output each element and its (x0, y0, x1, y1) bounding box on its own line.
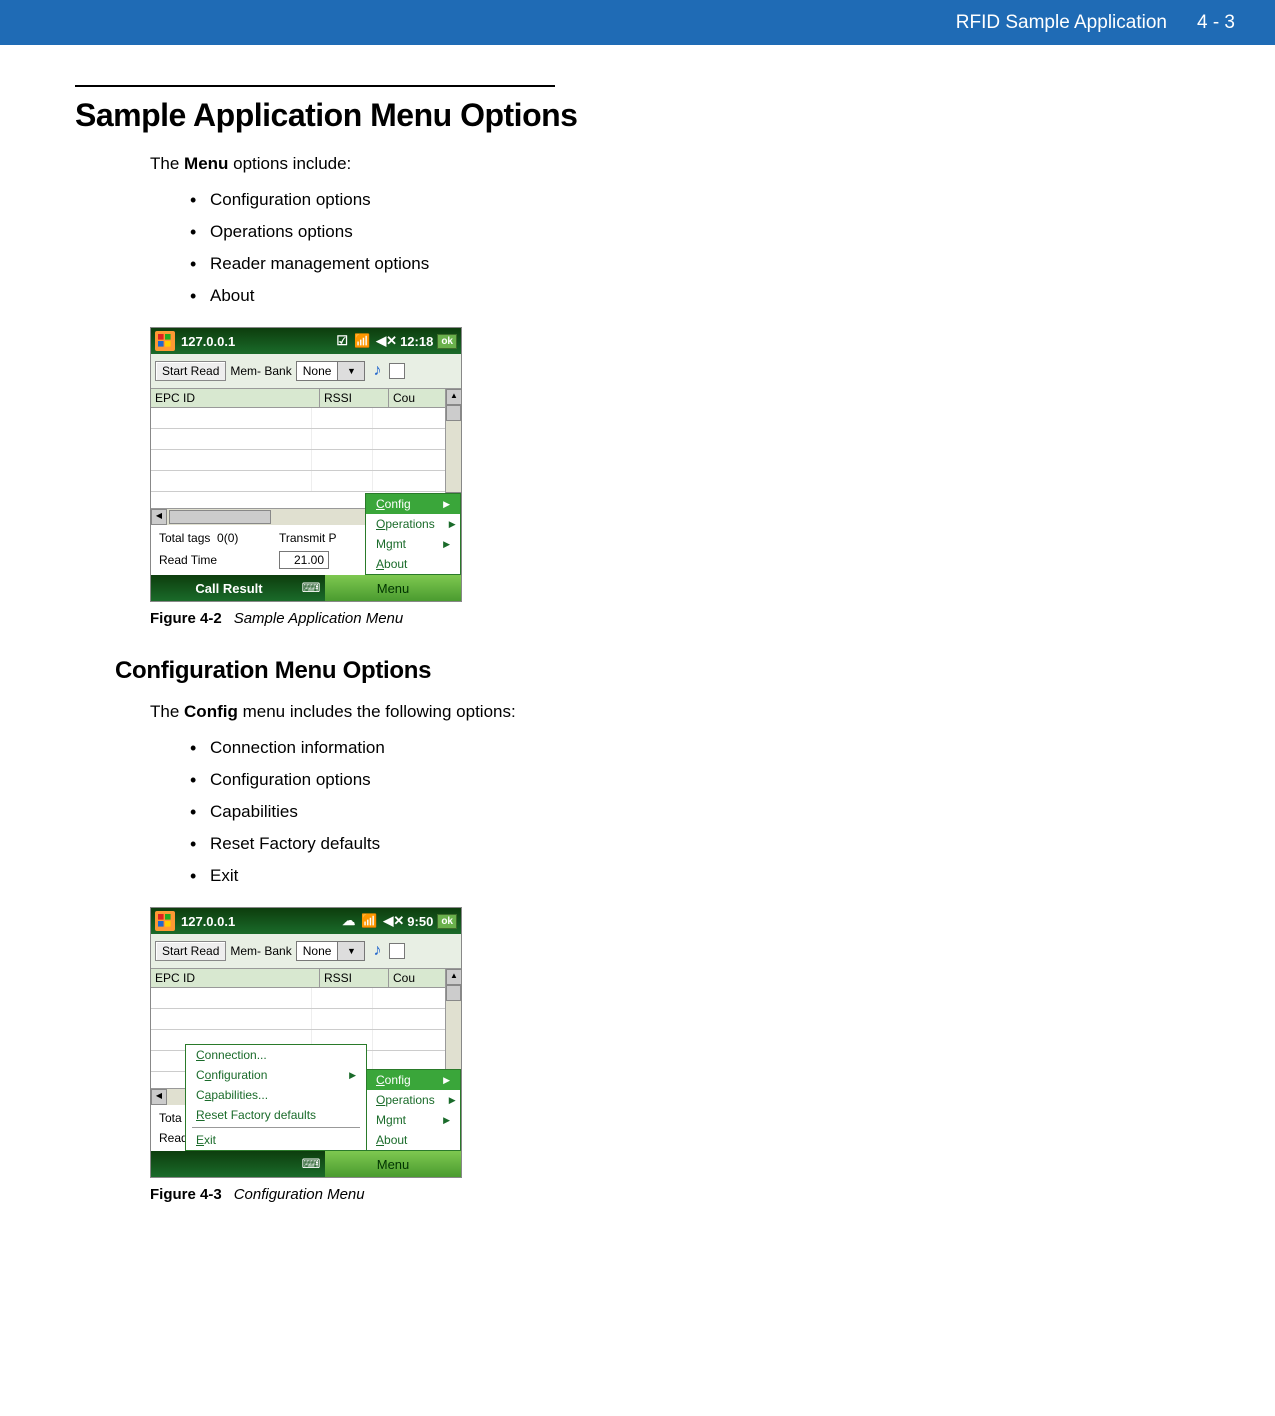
chevron-right-icon: ▶ (443, 1075, 450, 1086)
clock: 9:50 (407, 914, 433, 929)
device-screenshot-2: 127.0.0.1 ☁ 📶 ◀✕ 9:50 ok Start Read Mem-… (150, 907, 462, 1178)
list-item: Configuration options (190, 184, 1235, 216)
vertical-scrollbar[interactable]: ▲▼ (445, 389, 461, 508)
menu-popup: Config▶ Operations▶ Mgmt▶ About (365, 1069, 461, 1151)
chevron-right-icon: ▶ (349, 1070, 356, 1081)
chevron-right-icon: ▶ (443, 499, 450, 510)
list-item: Reset Factory defaults (190, 828, 1235, 860)
membank-combo[interactable]: None▼ (296, 941, 366, 961)
list-item: Operations options (190, 216, 1235, 248)
submenu-configuration[interactable]: Configuration▶ (186, 1065, 366, 1085)
chevron-right-icon: ▶ (449, 519, 456, 530)
menu-item-config[interactable]: Config▶ (366, 1070, 460, 1090)
device-screenshot-1: 127.0.0.1 ☑ 📶 ◀✕ 12:18 ok Start Read Mem… (150, 327, 462, 602)
title-ip: 127.0.0.1 (181, 914, 235, 929)
title-ip: 127.0.0.1 (181, 334, 235, 349)
keyboard-icon[interactable]: ⌨ (297, 580, 325, 596)
music-note-icon[interactable]: ♪ (373, 362, 381, 380)
start-read-button[interactable]: Start Read (155, 941, 226, 961)
menu-bullets: Configuration options Operations options… (190, 184, 1235, 312)
list-item: Connection information (190, 732, 1235, 764)
menu-item-operations[interactable]: Operations▶ (366, 514, 460, 534)
ok-button[interactable]: ok (437, 334, 457, 349)
toolbar: Start Read Mem- Bank None▼ ♪ (151, 934, 461, 969)
submenu-connection[interactable]: Connection... (186, 1045, 366, 1065)
menu-item-about[interactable]: About (366, 554, 460, 574)
todo-icon[interactable]: ☑ (336, 333, 348, 349)
start-read-button[interactable]: Start Read (155, 361, 226, 381)
config-submenu: Connection... Configuration▶ Capabilitie… (185, 1044, 367, 1151)
membank-label: Mem- Bank (230, 364, 291, 378)
submenu-exit[interactable]: Exit (186, 1130, 366, 1150)
page-header: RFID Sample Application 4 - 3 (0, 0, 1275, 45)
col-epc[interactable]: EPC ID (151, 389, 320, 407)
softkey-menu[interactable]: Menu (325, 1151, 461, 1177)
header-title: RFID Sample Application (956, 12, 1167, 34)
toolbar: Start Read Mem- Bank None▼ ♪ (151, 354, 461, 389)
ok-button[interactable]: ok (437, 914, 457, 929)
intro-text-2: The Config menu includes the following o… (150, 702, 1235, 722)
chevron-right-icon: ▶ (449, 1095, 456, 1106)
submenu-reset[interactable]: Reset Factory defaults (186, 1105, 366, 1125)
col-rssi[interactable]: RSSI (320, 389, 389, 407)
checkbox[interactable] (389, 363, 405, 379)
figure-caption: Figure 4-3Configuration Menu (150, 1186, 1235, 1203)
submenu-capabilities[interactable]: Capabilities... (186, 1085, 366, 1105)
window-titlebar: 127.0.0.1 ☑ 📶 ◀✕ 12:18 ok (151, 328, 461, 354)
list-item: Capabilities (190, 796, 1235, 828)
keyboard-icon[interactable]: ⌨ (297, 1156, 325, 1172)
subsection-heading: Configuration Menu Options (115, 657, 1235, 685)
menu-item-mgmt[interactable]: Mgmt▶ (366, 534, 460, 554)
menu-item-operations[interactable]: Operations▶ (366, 1090, 460, 1110)
figure-caption: Figure 4-2Sample Application Menu (150, 610, 1235, 627)
tag-grid: EPC ID RSSI Cou ▲▼ (151, 389, 461, 508)
list-item: Reader management options (190, 248, 1235, 280)
checkbox[interactable] (389, 943, 405, 959)
menu-item-config[interactable]: Config▶ (366, 494, 460, 514)
chevron-right-icon: ▶ (443, 539, 450, 550)
header-page-number: 4 - 3 (1197, 12, 1235, 34)
section-rule (75, 85, 555, 87)
window-titlebar: 127.0.0.1 ☁ 📶 ◀✕ 9:50 ok (151, 908, 461, 934)
windows-start-icon[interactable] (155, 331, 175, 351)
col-rssi[interactable]: RSSI (320, 969, 389, 987)
config-bullets: Connection information Configuration opt… (190, 732, 1235, 892)
windows-start-icon[interactable] (155, 911, 175, 931)
signal-icon[interactable]: 📶 (361, 913, 377, 929)
chevron-down-icon[interactable]: ▼ (337, 362, 364, 380)
speaker-icon[interactable]: ◀✕ (376, 333, 397, 349)
list-item: About (190, 280, 1235, 312)
chevron-down-icon[interactable]: ▼ (337, 942, 364, 960)
soft-key-bar: ⌨ Menu (151, 1151, 461, 1177)
softkey-menu[interactable]: Menu (325, 575, 461, 601)
list-item: Configuration options (190, 764, 1235, 796)
music-note-icon[interactable]: ♪ (373, 942, 381, 960)
soft-key-bar: Call Result ⌨ Menu (151, 575, 461, 601)
total-tags-label: Total tags 0(0) (159, 531, 279, 545)
clock: 12:18 (400, 334, 433, 349)
readtime-label: Read Time (159, 553, 279, 567)
intro-text: The Menu options include: (150, 154, 1235, 174)
menu-item-about[interactable]: About (366, 1130, 460, 1150)
menu-popup: Config▶ Operations▶ Mgmt▶ About (365, 493, 461, 575)
menu-item-mgmt[interactable]: Mgmt▶ (366, 1110, 460, 1130)
list-item: Exit (190, 860, 1235, 892)
section-heading: Sample Application Menu Options (75, 97, 1235, 134)
signal-icon[interactable]: 📶 (354, 333, 370, 349)
col-epc[interactable]: EPC ID (151, 969, 320, 987)
transmit-value[interactable]: 21.00 (279, 551, 329, 569)
membank-label: Mem- Bank (230, 944, 291, 958)
menu-separator (192, 1127, 360, 1128)
softkey-left[interactable]: Call Result (151, 581, 297, 596)
speaker-icon[interactable]: ◀✕ (383, 913, 404, 929)
chevron-right-icon: ▶ (443, 1115, 450, 1126)
membank-combo[interactable]: None▼ (296, 361, 366, 381)
connectivity-icon[interactable]: ☁ (342, 913, 355, 929)
